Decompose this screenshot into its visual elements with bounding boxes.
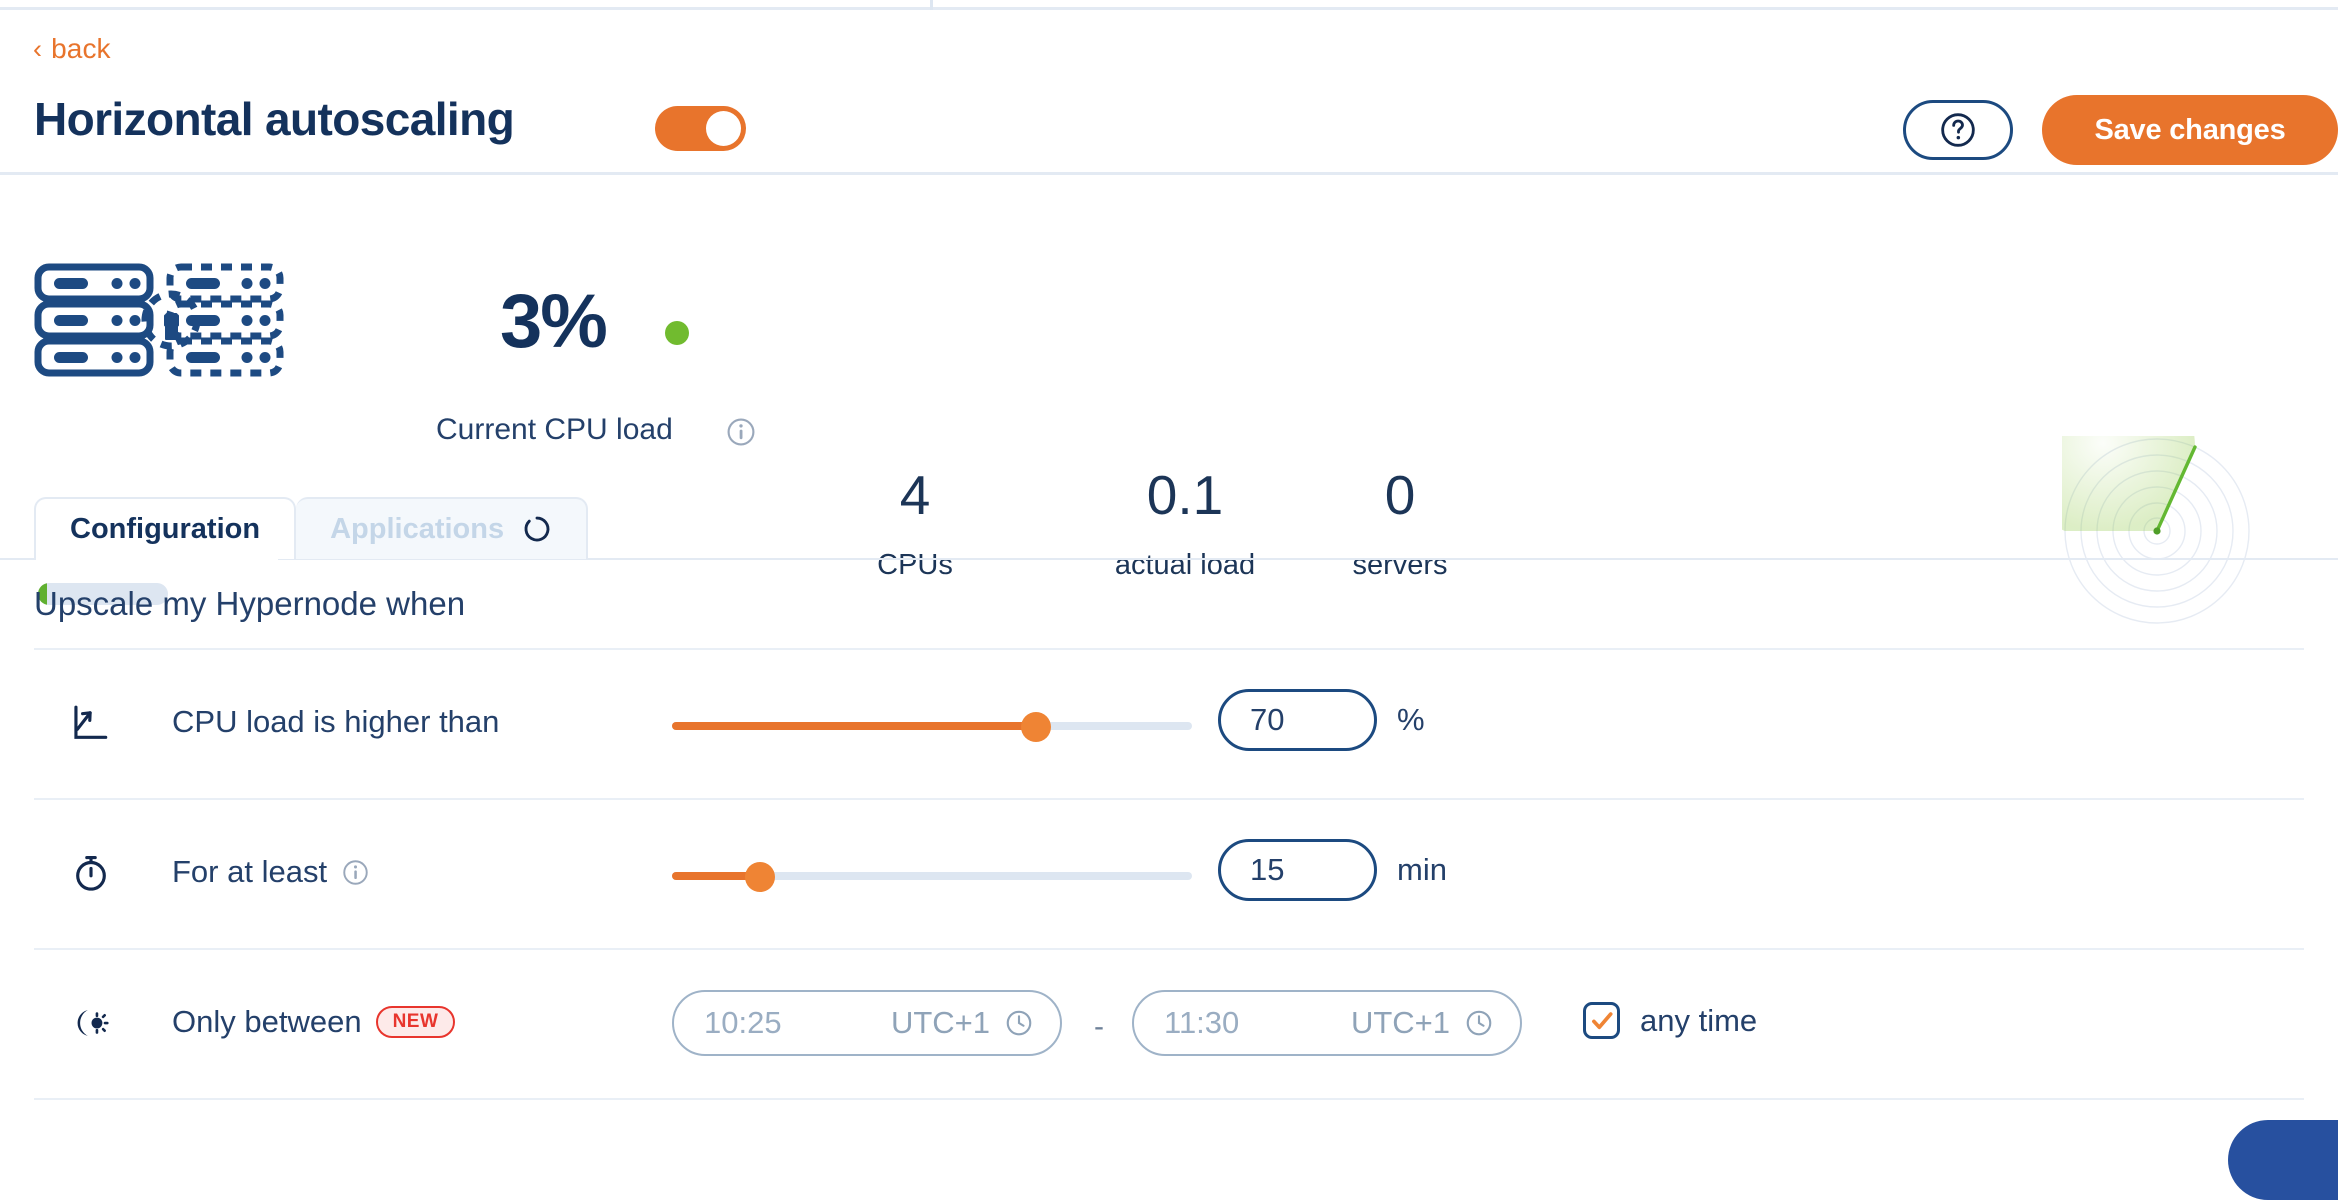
radar-sweep-graphic — [2011, 355, 2252, 626]
end-time-timezone: UTC+1 — [1350, 1005, 1450, 1040]
start-time-value: 10:25 — [704, 1005, 782, 1040]
floating-support-widget[interactable] — [2228, 1120, 2338, 1200]
metric-cpus-value: 4 — [899, 464, 931, 526]
clock-icon — [1004, 1008, 1034, 1038]
for-at-least-row-label: For at least — [172, 854, 370, 890]
time-range-separator: - — [1094, 1010, 1104, 1043]
metric-servers-label: servers — [1352, 549, 1448, 581]
start-time-timezone: UTC+1 — [890, 1005, 990, 1040]
save-changes-label: Save changes — [2094, 113, 2286, 146]
tabs-bar: Configuration Applications — [34, 497, 589, 559]
chevron-left-icon: ‹ — [33, 33, 43, 64]
current-cpu-label: Current CPU load — [436, 413, 673, 446]
only-between-row-label: Only between NEW — [172, 1004, 456, 1040]
tab-configuration-label: Configuration — [70, 512, 261, 545]
toggle-knob — [706, 111, 741, 146]
any-time-checkbox[interactable] — [1583, 1002, 1620, 1039]
metric-servers-value: 0 — [1384, 464, 1416, 526]
metric-servers: 0 servers — [1250, 468, 1550, 582]
tab-applications[interactable]: Applications — [296, 497, 589, 559]
tab-configuration[interactable]: Configuration — [34, 497, 297, 559]
cpu-load-slider[interactable] — [672, 712, 1192, 742]
cpu-info-button[interactable] — [725, 416, 757, 453]
back-link[interactable]: ‹ back — [33, 33, 111, 65]
tabs-active-mask — [36, 557, 278, 561]
back-label: back — [51, 33, 111, 64]
current-cpu-value: 3% — [500, 279, 608, 364]
for-at-least-info-button[interactable] — [341, 858, 370, 887]
section-title: Upscale my Hypernode when — [34, 585, 466, 622]
window-top-strip — [0, 0, 2338, 10]
check-icon — [1591, 1011, 1613, 1029]
cpu-load-unit: % — [1397, 702, 1425, 737]
for-at-least-input-value: 15 — [1250, 852, 1285, 887]
cpu-load-slider-thumb[interactable] — [1021, 712, 1051, 742]
save-changes-button[interactable]: Save changes — [2042, 95, 2338, 165]
start-time-input[interactable]: 10:25 UTC+1 — [672, 990, 1062, 1056]
clock-icon — [1464, 1008, 1494, 1038]
for-at-least-slider[interactable] — [672, 862, 1192, 892]
metric-cpus-label: CPUs — [877, 549, 953, 581]
question-circle-icon — [1941, 113, 1975, 147]
cpu-status-dot — [665, 321, 689, 345]
end-time-value: 11:30 — [1164, 1005, 1240, 1040]
row-divider-4 — [34, 1098, 2304, 1100]
rule-row-cpu-load: CPU load is higher than 70 % — [0, 648, 2338, 798]
help-button[interactable] — [1903, 100, 2013, 160]
rule-row-only-between: Only between NEW 10:25 UTC+1 - 11:30 UTC… — [0, 948, 2338, 1098]
metric-cpus: 4 CPUs — [820, 468, 1010, 582]
page-header: ‹ back Horizontal autoscaling Save chang… — [0, 10, 2338, 175]
rule-row-for-at-least: For at least 15 min — [0, 798, 2338, 948]
new-badge: NEW — [375, 1006, 456, 1038]
cpu-load-slider-fill — [672, 722, 1036, 730]
day-night-icon — [68, 1000, 114, 1046]
info-circle-icon — [727, 418, 755, 446]
for-at-least-input[interactable]: 15 — [1218, 839, 1377, 901]
stats-band: 3% Current CPU load 4 CPUs 0.1 actual lo… — [0, 178, 2338, 624]
only-between-label-text: Only between — [172, 1004, 362, 1039]
loading-spinner-icon — [524, 516, 550, 542]
tab-applications-label: Applications — [330, 512, 505, 545]
for-at-least-slider-thumb[interactable] — [745, 862, 776, 892]
cpu-load-input[interactable]: 70 — [1218, 689, 1377, 751]
cpu-load-row-label: CPU load is higher than — [172, 704, 499, 740]
for-at-least-label-text: For at least — [172, 854, 328, 889]
top-strip-divider — [930, 0, 933, 10]
server-stack-add-icon — [34, 263, 284, 383]
for-at-least-unit: min — [1397, 852, 1447, 887]
any-time-checkbox-row[interactable]: any time — [1583, 1002, 1757, 1039]
stopwatch-icon — [68, 850, 114, 896]
page-title: Horizontal autoscaling — [34, 93, 515, 145]
info-circle-icon — [343, 859, 368, 885]
any-time-label: any time — [1640, 1002, 1758, 1038]
cpu-load-input-value: 70 — [1250, 702, 1285, 737]
cpu-load-label-text: CPU load is higher than — [172, 704, 500, 739]
autoscaling-toggle[interactable] — [655, 106, 746, 151]
chart-line-icon — [68, 700, 114, 746]
end-time-input[interactable]: 11:30 UTC+1 — [1132, 990, 1522, 1056]
